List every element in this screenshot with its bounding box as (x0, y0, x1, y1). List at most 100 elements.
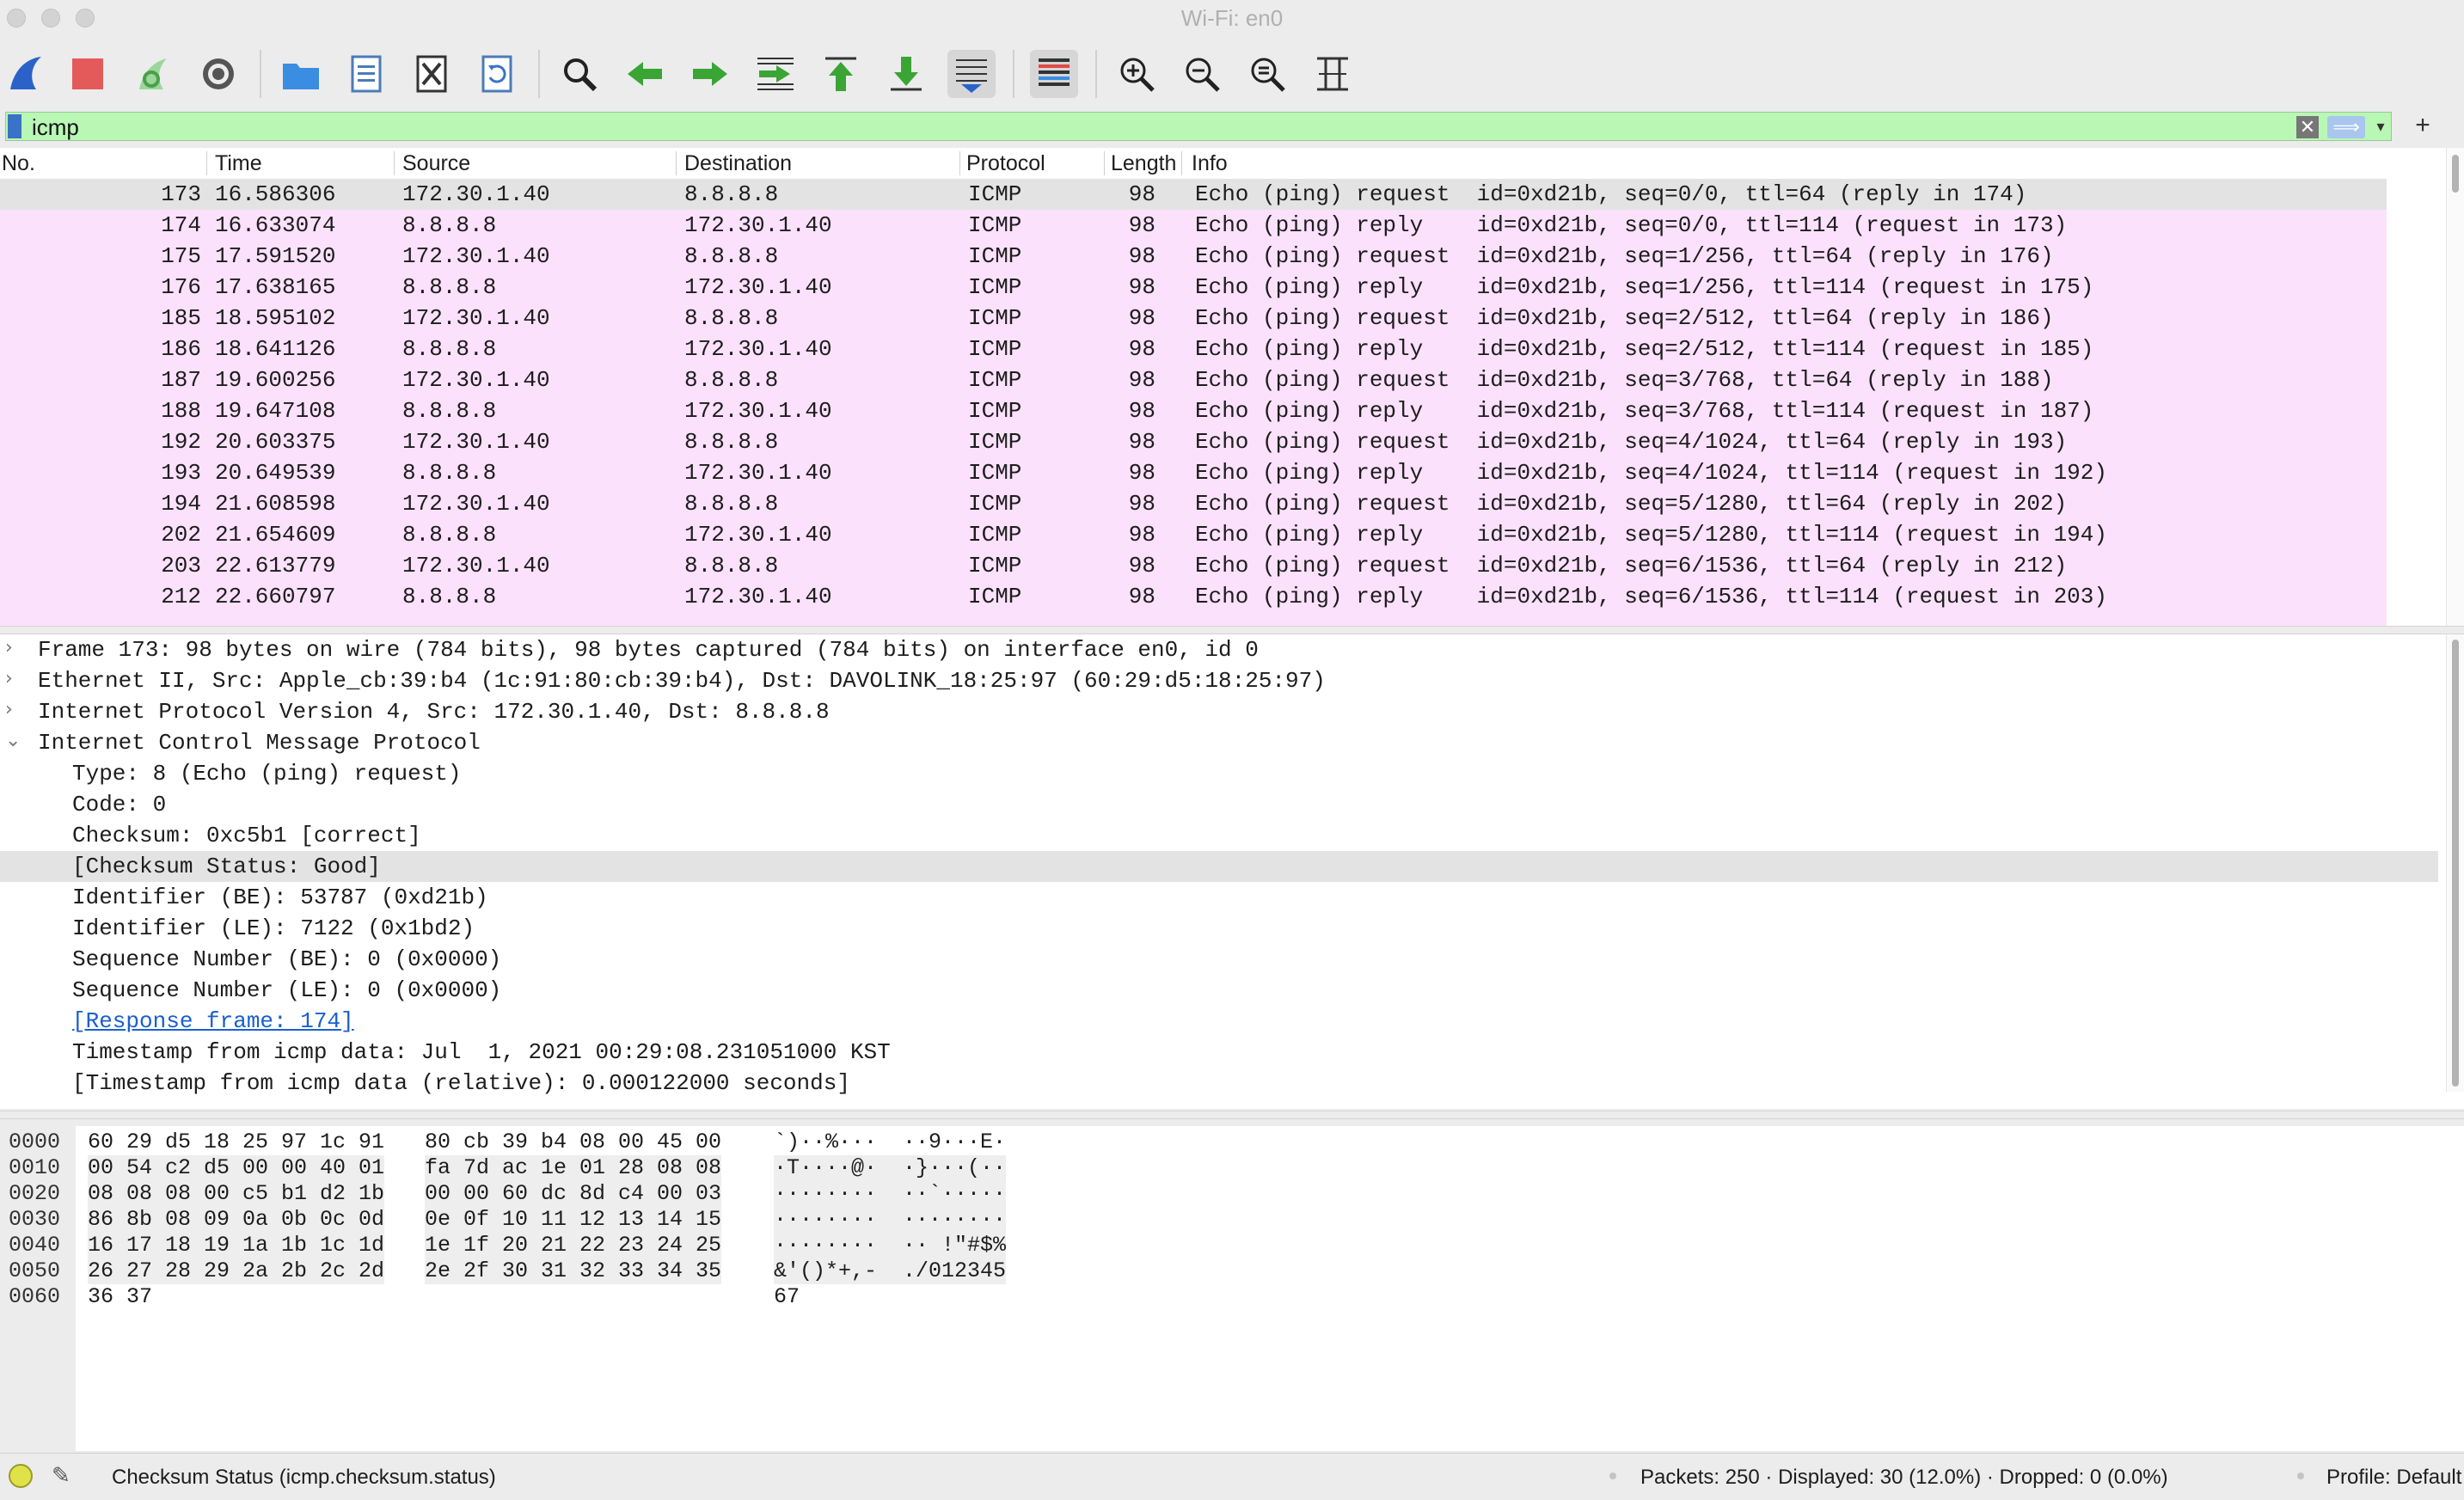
packet-row[interactable]: 173 16.586306 172.30.1.40 8.8.8.8 ICMP 98 Echo… (0, 179, 2387, 210)
go-to-packet-icon[interactable] (751, 50, 800, 98)
bookmark-icon[interactable] (8, 114, 21, 138)
packet-row[interactable]: 202 21.654609 8.8.8.8 172.30.1.40 ICMP 98 Echo… (0, 519, 2387, 550)
detail-line[interactable]: ⌄ Internet Control Message Protocol (0, 727, 2438, 758)
chevron-right-icon[interactable]: › (5, 637, 13, 658)
start-capture-icon[interactable] (2, 50, 50, 98)
detail-line[interactable]: Identifier (BE): 53787 (0xd21b) (0, 882, 2438, 913)
resize-columns-icon[interactable] (1309, 50, 1357, 98)
bytes-hex1[interactable]: 08 08 08 00 c5 b1 d2 1b (88, 1181, 385, 1207)
column-header-source[interactable]: Source (402, 151, 470, 176)
add-filter-button-icon[interactable]: + (2409, 110, 2436, 141)
bytes-ascii[interactable]: ········ ··`····· (774, 1181, 1007, 1207)
detail-line[interactable]: Sequence Number (BE): 0 (0x0000) (0, 944, 2438, 975)
clear-filter-icon[interactable]: ✕ (2296, 116, 2319, 138)
expert-info-icon[interactable] (9, 1464, 33, 1488)
column-header-length[interactable]: Length (1111, 151, 1180, 176)
packet-cell-info: Echo (ping) request id=0xd21b, seq=1/256… (1195, 243, 2054, 269)
column-header-destination[interactable]: Destination (684, 151, 792, 176)
bytes-ascii[interactable]: `)··%··· ··9···E· (774, 1130, 1006, 1155)
packet-row[interactable]: 175 17.591520 172.30.1.40 8.8.8.8 ICMP 98 Echo… (0, 241, 2387, 272)
detail-line-partial[interactable] (0, 1099, 2438, 1109)
display-filter-input[interactable]: icmp ✕ ⟹ ▾ (5, 112, 2392, 141)
column-header-protocol[interactable]: Protocol (966, 151, 1045, 176)
bytes-hex1[interactable]: 16 17 18 19 1a 1b 1c 1d (88, 1233, 385, 1258)
chevron-down-icon[interactable]: ⌄ (5, 730, 21, 751)
detail-line[interactable]: Code: 0 (0, 789, 2438, 820)
bytes-ascii[interactable]: ·T····@· ·}···(·· (774, 1155, 1007, 1181)
detail-line[interactable]: [Checksum Status: Good] (0, 851, 2438, 882)
stop-capture-icon[interactable] (64, 50, 112, 98)
packet-row[interactable]: 176 17.638165 8.8.8.8 172.30.1.40 ICMP 98 Echo… (0, 272, 2387, 303)
packet-row[interactable]: 188 19.647108 8.8.8.8 172.30.1.40 ICMP 98 Echo… (0, 395, 2387, 426)
capture-options-icon[interactable] (194, 50, 242, 98)
bytes-hex2[interactable]: 0e 0f 10 11 12 13 14 15 (425, 1207, 722, 1233)
find-packet-icon[interactable] (555, 50, 604, 98)
save-file-icon[interactable] (342, 50, 390, 98)
detail-line[interactable]: › Internet Protocol Version 4, Src: 172.3… (0, 696, 2438, 727)
bytes-hex2[interactable]: 00 00 60 dc 8d c4 00 03 (425, 1181, 722, 1207)
apply-filter-icon[interactable]: ⟹ (2327, 116, 2365, 138)
go-forward-icon[interactable] (686, 50, 734, 98)
packet-row[interactable]: 212 22.660797 8.8.8.8 172.30.1.40 ICMP 98 Echo… (0, 581, 2387, 612)
packet-list-scrollbar[interactable] (2446, 148, 2464, 626)
packet-row[interactable]: 185 18.595102 172.30.1.40 8.8.8.8 ICMP 98 Echo… (0, 303, 2387, 334)
bytes-hex2[interactable]: 2e 2f 30 31 32 33 34 35 (425, 1258, 722, 1284)
bytes-hex1[interactable]: 60 29 d5 18 25 97 1c 91 (88, 1130, 384, 1155)
detail-line[interactable]: Timestamp from icmp data: Jul 1, 2021 00… (0, 1037, 2438, 1068)
packet-row[interactable]: 187 19.600256 172.30.1.40 8.8.8.8 ICMP 98 Echo… (0, 364, 2387, 395)
bytes-hex2[interactable]: 1e 1f 20 21 22 23 24 25 (425, 1233, 722, 1258)
column-header-time[interactable]: Time (215, 151, 262, 176)
edit-comment-icon[interactable]: ✎ (52, 1462, 77, 1488)
column-header-no[interactable]: No. (2, 151, 35, 176)
detail-line[interactable]: Identifier (LE): 7122 (0x1bd2) (0, 913, 2438, 944)
bytes-ascii[interactable]: ········ ········ (774, 1207, 1007, 1233)
packet-row[interactable]: 192 20.603375 172.30.1.40 8.8.8.8 ICMP 98 Echo… (0, 426, 2387, 457)
normal-size-icon[interactable] (1243, 50, 1291, 98)
response-frame-link[interactable]: [Response frame: 174] (72, 1008, 354, 1034)
scroll-thumb[interactable] (2452, 640, 2459, 1087)
column-header-info[interactable]: Info (1192, 151, 1228, 176)
packet-row[interactable]: 186 18.641126 8.8.8.8 172.30.1.40 ICMP 98 Echo… (0, 334, 2387, 364)
detail-line[interactable]: [Timestamp from icmp data (relative): 0.… (0, 1068, 2438, 1099)
go-back-icon[interactable] (621, 50, 669, 98)
bytes-hex2[interactable]: fa 7d ac 1e 01 28 08 08 (425, 1155, 722, 1181)
packet-row-partial[interactable] (0, 612, 2387, 626)
detail-line[interactable]: › Frame 173: 98 bytes on wire (784 bits),… (0, 634, 2438, 665)
pane-splitter[interactable] (0, 1111, 2464, 1119)
bytes-hex1[interactable]: 36 37 (88, 1284, 152, 1310)
profile-label[interactable]: Profile: Default (2326, 1466, 2461, 1490)
pane-splitter[interactable] (0, 626, 2464, 634)
details-scrollbar[interactable] (2446, 634, 2464, 1092)
zoom-out-icon[interactable] (1178, 50, 1226, 98)
go-first-packet-icon[interactable] (817, 50, 865, 98)
bytes-ascii[interactable]: &'()*+,- ./012345 (774, 1258, 1007, 1284)
chevron-right-icon[interactable]: › (5, 699, 13, 720)
detail-line[interactable]: Type: 8 (Echo (ping) request) (0, 758, 2438, 789)
restart-capture-icon[interactable] (129, 50, 177, 98)
detail-line[interactable]: Checksum: 0xc5b1 [correct] (0, 820, 2438, 851)
bytes-hex2[interactable]: 80 cb 39 b4 08 00 45 00 (425, 1130, 721, 1155)
auto-scroll-icon[interactable] (947, 50, 996, 98)
bytes-ascii[interactable]: 67 (774, 1284, 800, 1310)
bytes-ascii[interactable]: ········ ·· !"#$% (774, 1233, 1007, 1258)
detail-line[interactable]: Sequence Number (LE): 0 (0x0000) (0, 975, 2438, 1006)
close-file-icon[interactable] (408, 50, 456, 98)
packet-row[interactable]: 203 22.613779 172.30.1.40 8.8.8.8 ICMP 98 Echo… (0, 550, 2387, 581)
packet-row[interactable]: 194 21.608598 172.30.1.40 8.8.8.8 ICMP 98 Echo… (0, 488, 2387, 519)
scroll-thumb[interactable] (2452, 155, 2459, 193)
packet-row[interactable]: 174 16.633074 8.8.8.8 172.30.1.40 ICMP 98 Echo… (0, 210, 2387, 241)
open-file-icon[interactable] (277, 50, 325, 98)
bytes-hex1[interactable]: 26 27 28 29 2a 2b 2c 2d (88, 1258, 385, 1284)
packet-row[interactable]: 193 20.649539 8.8.8.8 172.30.1.40 ICMP 98 Echo… (0, 457, 2387, 488)
colorize-icon[interactable] (1030, 50, 1078, 98)
detail-line[interactable]: › Ethernet II, Src: Apple_cb:39:b4 (1c:91… (0, 665, 2438, 696)
bytes-hex1[interactable]: 86 8b 08 09 0a 0b 0c 0d (88, 1207, 385, 1233)
detail-line[interactable]: [Response frame: 174] (0, 1006, 2438, 1037)
reload-file-icon[interactable] (473, 50, 521, 98)
zoom-in-icon[interactable] (1112, 50, 1161, 98)
go-last-packet-icon[interactable] (882, 50, 930, 98)
bytes-hex1[interactable]: 00 54 c2 d5 00 00 40 01 (88, 1155, 385, 1181)
filter-history-chevron-down-icon[interactable]: ▾ (2372, 114, 2389, 138)
bytes-offset: 0010 (9, 1155, 61, 1180)
chevron-right-icon[interactable]: › (5, 668, 13, 689)
